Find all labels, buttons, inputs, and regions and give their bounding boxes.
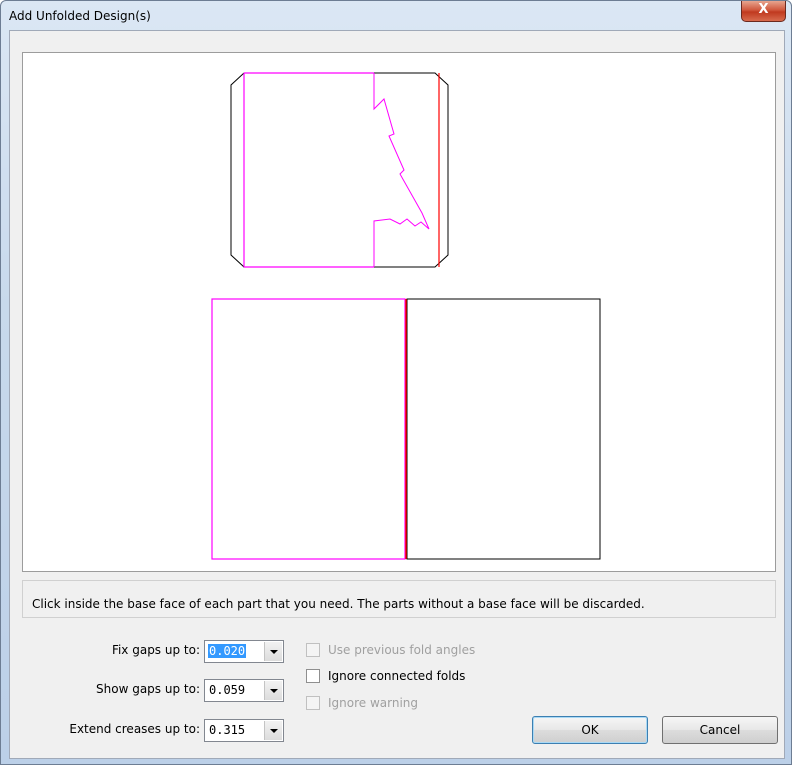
fix-gaps-value[interactable]: 0.020 [208,644,247,658]
ok-button[interactable]: OK [532,716,648,744]
show-gaps-label: Show gaps up to: [96,682,200,696]
title-bar[interactable]: Add Unfolded Design(s) X [1,1,791,31]
cancel-button[interactable]: Cancel [662,716,778,744]
chevron-down-icon[interactable] [264,721,282,740]
ignore-connected-folds-checkbox[interactable] [306,669,320,683]
chevron-down-icon[interactable] [264,681,282,700]
extend-creases-value[interactable]: 0.315 [208,723,246,737]
use-previous-fold-angles-label: Use previous fold angles [328,643,476,657]
part-1-zigzag-fold [373,73,430,267]
show-gaps-value[interactable]: 0.059 [208,683,246,697]
chevron-down-icon[interactable] [264,642,282,661]
use-previous-fold-angles-checkbox[interactable] [306,643,320,657]
close-button[interactable]: X [741,1,786,22]
close-icon: X [758,2,769,17]
ignore-warning-label: Ignore warning [328,696,419,710]
part-1-cut-outline [230,72,449,268]
preview-canvas[interactable] [22,52,776,572]
ignore-connected-folds-label: Ignore connected folds [328,669,466,683]
part-2-left-face [211,298,406,560]
extend-creases-label: Extend creases up to: [69,722,200,736]
fix-gaps-label: Fix gaps up to: [111,643,200,657]
extend-creases-combo[interactable]: 0.315 [204,719,284,742]
part-1[interactable] [230,72,449,268]
window-title: Add Unfolded Design(s) [9,9,151,23]
show-gaps-combo[interactable]: 0.059 [204,679,284,702]
part-drawings [211,72,601,560]
status-message: Click inside the base face of each part … [32,597,645,611]
part-2[interactable] [211,298,601,560]
part-2-right-face [406,298,601,560]
fix-gaps-combo[interactable]: 0.020 [204,640,284,663]
ignore-warning-checkbox[interactable] [306,696,320,710]
